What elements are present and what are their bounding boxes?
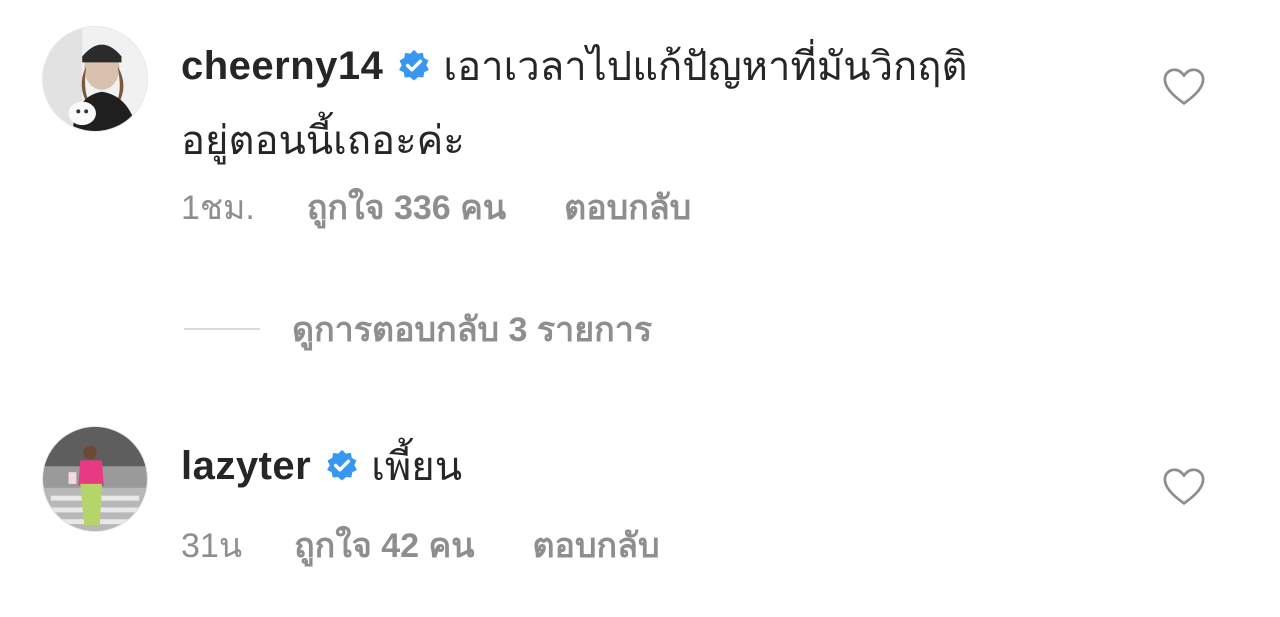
reply-button[interactable]: ตอบกลับ	[564, 180, 691, 234]
comment-timestamp: 31น	[181, 527, 243, 565]
likes-count-button[interactable]: ถูกใจ 336 คน	[307, 180, 506, 234]
avatar-cheerny14[interactable]	[42, 26, 148, 132]
comment-username[interactable]: lazyter	[181, 444, 311, 489]
view-replies-button[interactable]: ดูการตอบกลับ 3 รายการ	[184, 302, 652, 356]
view-replies-label: ดูการตอบกลับ 3 รายการ	[292, 311, 653, 349]
heart-icon[interactable]	[1162, 67, 1206, 107]
reply-button[interactable]: ตอบกลับ	[532, 518, 659, 572]
divider	[184, 328, 260, 330]
avatar-lazyter[interactable]	[42, 426, 148, 532]
comment-text: เพี้ยน	[371, 445, 463, 489]
comment-username[interactable]: cheerny14	[181, 44, 383, 89]
likes-count-button[interactable]: ถูกใจ 42 คน	[294, 518, 474, 572]
heart-icon[interactable]	[1162, 467, 1206, 507]
comment-text-continued: อยู่ตอนนี้เถอะค่ะ	[181, 119, 465, 163]
verified-badge-icon	[397, 49, 431, 83]
verified-badge-icon	[325, 449, 359, 483]
comment-text: เอาเวลาไปแก้ปัญหาที่มันวิกฤติ	[443, 45, 968, 89]
comment-timestamp: 1ชม.	[181, 189, 255, 227]
